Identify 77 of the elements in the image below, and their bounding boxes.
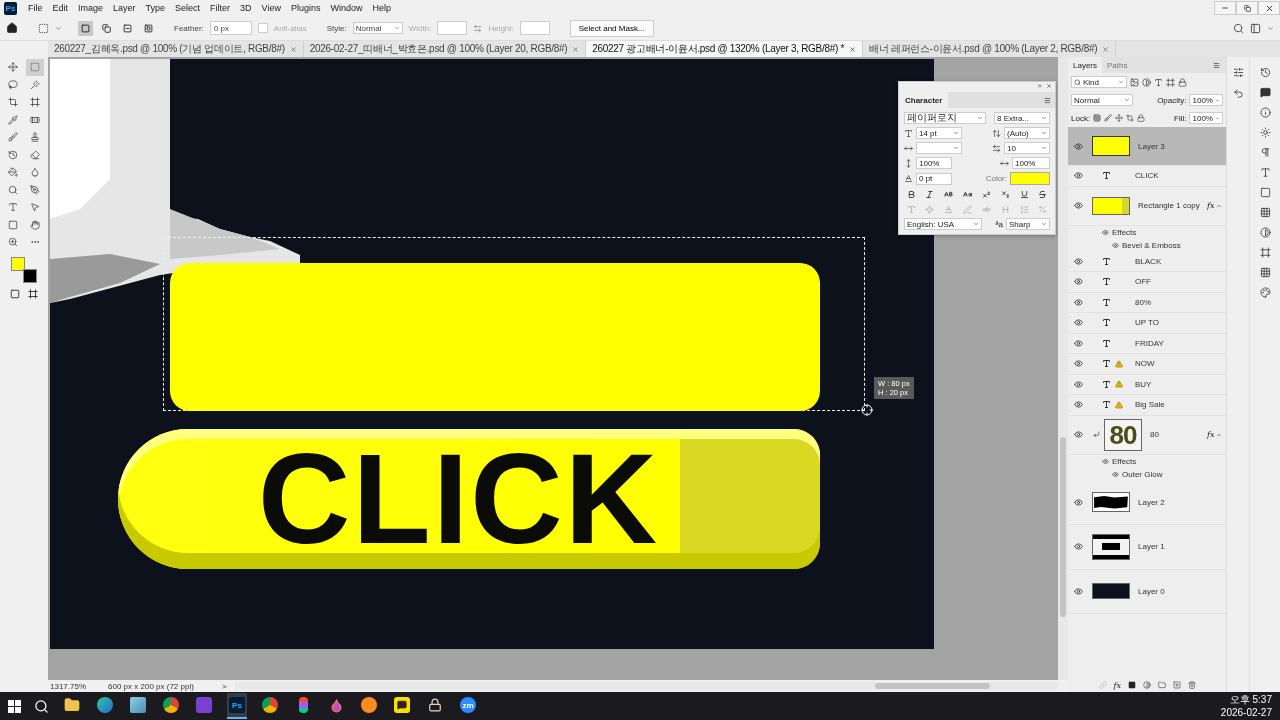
- layer-name: Rectangle 1 copy: [1138, 201, 1200, 210]
- menu-item[interactable]: View: [256, 3, 286, 13]
- layer-name: Layer 2: [1138, 497, 1165, 507]
- effect-name: Bevel & Emboss: [1122, 240, 1181, 250]
- menu-item[interactable]: 3D: [235, 3, 257, 13]
- layer-name: 80: [1150, 430, 1159, 439]
- menu-item[interactable]: Edit: [47, 3, 74, 13]
- click-button-artwork: CLICK: [118, 429, 820, 569]
- menu-item[interactable]: File: [23, 3, 48, 13]
- fill-label: Fill:: [1174, 113, 1187, 123]
- zoom-level: 1317.75%: [50, 681, 87, 691]
- panel-tab[interactable]: Paths: [1102, 57, 1133, 73]
- horizontal-scale-field[interactable]: 100%: [1012, 157, 1050, 169]
- feather-label: Feather:: [174, 23, 204, 33]
- layer-name: Layer 0: [1138, 586, 1165, 596]
- font-size-field[interactable]: 14 pt: [916, 127, 962, 139]
- document-info: 600 px x 200 px (72 ppi): [108, 681, 194, 691]
- layer-name: BLACK: [1135, 256, 1162, 266]
- layer-name: BUY: [1135, 379, 1152, 389]
- effects-label: Effects: [1112, 227, 1137, 237]
- menu-item[interactable]: Layer: [108, 3, 141, 13]
- app-logo: Ps: [4, 1, 17, 15]
- font-dropdown[interactable]: 페이퍼로지: [904, 112, 986, 124]
- fx-button[interactable]: fx: [1113, 680, 1121, 690]
- layer-name: Layer 3: [1138, 141, 1165, 151]
- anti-alias-dropdown[interactable]: Sharp: [1006, 218, 1050, 230]
- clock-date: 2026-02-27: [1220, 706, 1272, 719]
- layer-name: OFF: [1135, 277, 1151, 287]
- anti-alias-label: ªa: [995, 219, 1003, 229]
- fill-field[interactable]: 100%: [1189, 112, 1224, 124]
- lock-label: Lock:: [1071, 113, 1091, 123]
- menu-item[interactable]: Filter: [205, 3, 236, 13]
- layer-name: 80%: [1135, 297, 1151, 307]
- opacity-label: Opacity:: [1157, 95, 1187, 105]
- menu-item[interactable]: Select: [170, 3, 206, 13]
- height-label: Height:: [488, 23, 514, 33]
- select-and-mask-button[interactable]: Select and Mask...: [569, 19, 654, 37]
- color-label: Color:: [985, 174, 1007, 183]
- language-dropdown[interactable]: English: USA: [904, 218, 982, 230]
- layer-name: CLICK: [1135, 171, 1159, 181]
- blend-mode-dropdown[interactable]: Normal: [1071, 94, 1133, 106]
- photoshop-icon: Ps: [229, 697, 245, 713]
- feather-field[interactable]: 0 px: [209, 21, 252, 35]
- effect-name: Outer Glow: [1122, 469, 1163, 479]
- fx-badge[interactable]: fx: [1207, 430, 1215, 439]
- menu-item[interactable]: Help: [367, 3, 397, 13]
- leading-field[interactable]: (Auto): [1004, 127, 1050, 139]
- document-tab[interactable]: 260227 광고배너-이윤서.psd @ 1320% (Layer 3, RGB/8#) *: [586, 41, 864, 57]
- fx-badge[interactable]: fx: [1207, 201, 1215, 210]
- layer-name: Layer 1: [1138, 542, 1165, 552]
- menu-item[interactable]: Type: [140, 3, 171, 13]
- anti-alias-label: Anti-alias: [273, 23, 307, 33]
- vertical-scale-field[interactable]: 100%: [916, 157, 952, 169]
- layer-name: Big Sale: [1135, 400, 1165, 410]
- clock-time: 오후 5:37: [1229, 693, 1272, 706]
- baseline-field[interactable]: 0 pt: [916, 172, 952, 185]
- menu-item[interactable]: Image: [73, 3, 109, 13]
- opacity-field[interactable]: 100%: [1189, 94, 1224, 106]
- tracking-field[interactable]: 10: [1004, 142, 1050, 154]
- menu-item[interactable]: Plugins: [285, 3, 326, 13]
- status-arrow[interactable]: >: [221, 681, 227, 691]
- width-label: Width:: [408, 23, 432, 33]
- font-style-dropdown[interactable]: 8 Extra...: [994, 112, 1050, 124]
- panel-tab[interactable]: Character: [899, 92, 949, 108]
- style-dropdown[interactable]: Normal: [352, 22, 403, 34]
- layer-name: FRIDAY: [1135, 338, 1164, 348]
- layer-row[interactable]: Layer 3: [1068, 127, 1227, 166]
- layer-thumbnail: 80: [1104, 418, 1142, 451]
- layer-name: UP TO: [1135, 318, 1159, 328]
- filter-dropdown[interactable]: Kind: [1071, 76, 1127, 88]
- taskbar-app[interactable]: Ps: [227, 693, 247, 719]
- effects-label: Effects: [1112, 456, 1137, 466]
- menu-item[interactable]: Window: [325, 3, 368, 13]
- style-label: Style:: [326, 23, 347, 33]
- panel-tab[interactable]: Layers: [1068, 57, 1102, 73]
- meeting-icon: zm: [460, 697, 476, 713]
- layer-name: NOW: [1135, 359, 1155, 369]
